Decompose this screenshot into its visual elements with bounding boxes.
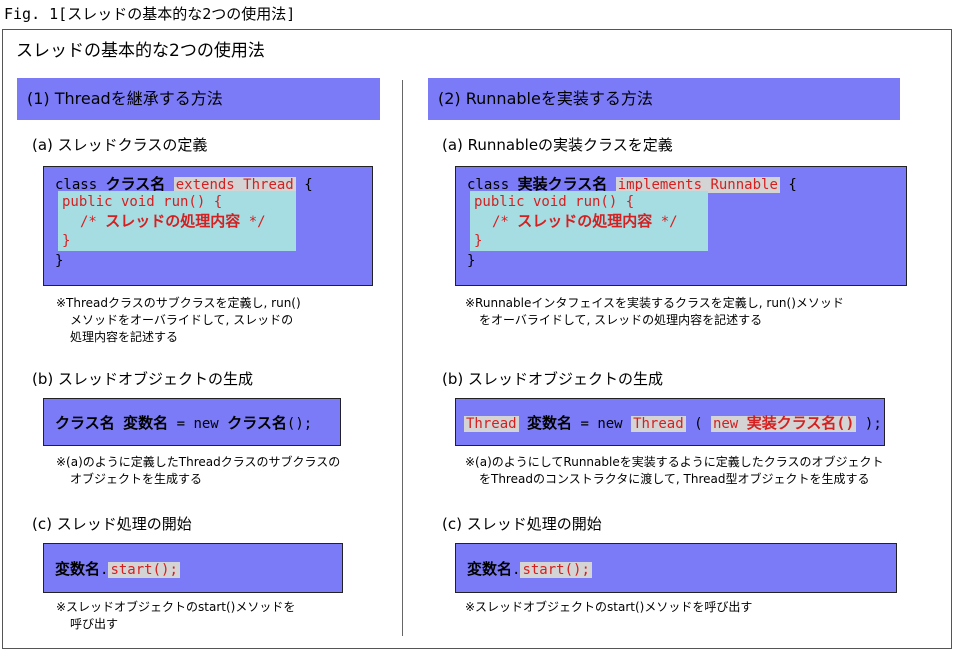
left-b-note: ※(a)のように定義したThreadクラスのサブクラスの オブジェクトを生成する <box>56 455 341 486</box>
left-c-note: ※スレッドオブジェクトのstart()メソッドを 呼び出す <box>56 600 296 631</box>
left-a-note: ※Threadクラスのサブクラスを定義し, run() メソッドをオーバライドし… <box>56 296 301 344</box>
run-signature: public void run() { <box>474 194 635 210</box>
right-b-codebox: Thread 変数名 = new Thread ( new 実装クラス名() )… <box>455 398 885 446</box>
run-comment: /* スレッドの処理内容 */ <box>492 212 678 230</box>
left-b-title: (b) スレッドオブジェクトの生成 <box>32 370 253 388</box>
right-b-statement: Thread 変数名 = new Thread ( new 実装クラス名() )… <box>464 414 882 432</box>
run-signature: public void run() { <box>62 194 223 210</box>
open-brace: { <box>304 177 313 193</box>
left-header: (1) Threadを継承する方法 <box>17 78 380 120</box>
start-call: start(); <box>108 562 180 578</box>
left-b-statement: クラス名 変数名 = new クラス名(); <box>55 414 313 432</box>
right-a-note: ※Runnableインタフェイスを実装するクラスを定義し, run()メソッド … <box>465 296 844 327</box>
open-brace: { <box>788 177 797 193</box>
left-b-codebox: クラス名 変数名 = new クラス名(); <box>43 398 341 446</box>
left-c-title: (c) スレッド処理の開始 <box>32 515 192 533</box>
close-brace: } <box>467 253 476 269</box>
right-header: (2) Runnableを実装する方法 <box>428 78 900 120</box>
left-c-codebox: 変数名. start(); <box>43 543 343 593</box>
column-divider <box>402 80 403 636</box>
right-a-title: (a) Runnableの実装クラスを定義 <box>442 136 673 154</box>
right-a-run-block: public void run() { /* スレッドの処理内容 */ } <box>470 191 708 251</box>
run-comment: /* スレッドの処理内容 */ <box>80 212 266 230</box>
left-c-statement: 変数名. start(); <box>55 560 180 578</box>
left-a-codebox: class クラス名 extends Thread { public void … <box>43 166 373 286</box>
right-c-statement: 変数名. start(); <box>467 560 592 578</box>
figure-caption: Fig. 1[スレッドの基本的な2つの使用法] <box>4 5 296 23</box>
close-brace: } <box>55 253 64 269</box>
right-c-title: (c) スレッド処理の開始 <box>442 515 602 533</box>
right-c-codebox: 変数名. start(); <box>455 543 897 593</box>
run-close-brace: } <box>62 233 71 249</box>
left-a-run-block: public void run() { /* スレッドの処理内容 */ } <box>58 191 296 251</box>
frame-title: スレッドの基本的な2つの使用法 <box>16 41 265 61</box>
left-a-title: (a) スレッドクラスの定義 <box>32 136 208 154</box>
right-c-note: ※スレッドオブジェクトのstart()メソッドを呼び出す <box>465 600 753 614</box>
run-close-brace: } <box>474 233 483 249</box>
start-call: start(); <box>520 562 592 578</box>
right-b-note: ※(a)のようにしてRunnableを実装するように定義したクラスのオブジェクト… <box>465 455 884 486</box>
right-a-codebox: class 実装クラス名 implements Runnable { publi… <box>455 166 907 286</box>
right-b-title: (b) スレッドオブジェクトの生成 <box>442 370 663 388</box>
